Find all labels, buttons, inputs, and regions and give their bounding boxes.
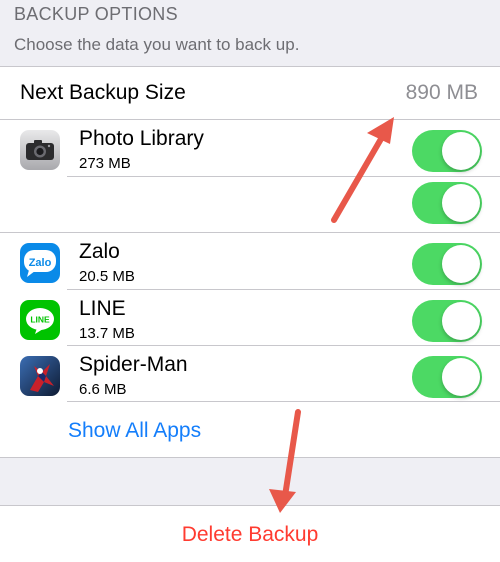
line-app-icon: LINE — [20, 300, 60, 340]
app-row-photo-library: Photo Library 273 MB — [0, 120, 500, 176]
delete-backup-cell[interactable]: Delete Backup — [0, 505, 500, 562]
app-size: 273 MB — [79, 155, 131, 172]
backup-options-panel: Next Backup Size 890 MB Photo Library 27… — [0, 66, 500, 458]
show-all-apps-link[interactable]: Show All Apps — [68, 419, 201, 443]
app-name: LINE — [79, 297, 126, 320]
toggle-knob — [442, 245, 480, 283]
app-row-unlabeled — [0, 177, 500, 233]
delete-backup-button[interactable]: Delete Backup — [0, 523, 500, 547]
app-name: Photo Library — [79, 127, 204, 150]
photo-library-backup-toggle[interactable] — [412, 130, 482, 172]
zalo-backup-toggle[interactable] — [412, 243, 482, 285]
section-title: BACKUP OPTIONS — [14, 4, 178, 24]
next-backup-size-value: 890 MB — [405, 81, 478, 104]
zalo-app-icon: Zalo — [20, 243, 60, 283]
section-header: BACKUP OPTIONS Choose the data you want … — [0, 0, 500, 66]
app-row-zalo: Zalo Zalo 20.5 MB — [0, 233, 500, 289]
app-name: Spider-Man — [79, 353, 188, 376]
camera-icon — [20, 130, 60, 170]
app-size: 13.7 MB — [79, 325, 135, 342]
next-backup-size-label: Next Backup Size — [20, 81, 186, 104]
toggle-knob — [442, 184, 480, 222]
app-row-line: LINE LINE 13.7 MB — [0, 290, 500, 346]
divider — [67, 401, 500, 402]
toggle-knob — [442, 302, 480, 340]
spider-man-backup-toggle[interactable] — [412, 356, 482, 398]
app-row-spider-man: Spider-Man 6.6 MB — [0, 346, 500, 402]
line-backup-toggle[interactable] — [412, 300, 482, 342]
unlabeled-backup-toggle[interactable] — [412, 182, 482, 224]
svg-text:LINE: LINE — [30, 315, 50, 325]
app-size: 6.6 MB — [79, 381, 127, 398]
app-name: Zalo — [79, 240, 120, 263]
toggle-knob — [442, 132, 480, 170]
spider-man-app-icon — [20, 356, 60, 396]
next-backup-size-row: Next Backup Size 890 MB — [0, 67, 500, 119]
app-size: 20.5 MB — [79, 268, 135, 285]
section-subtitle: Choose the data you want to back up. — [14, 35, 300, 54]
svg-text:Zalo: Zalo — [29, 257, 52, 269]
toggle-knob — [442, 358, 480, 396]
